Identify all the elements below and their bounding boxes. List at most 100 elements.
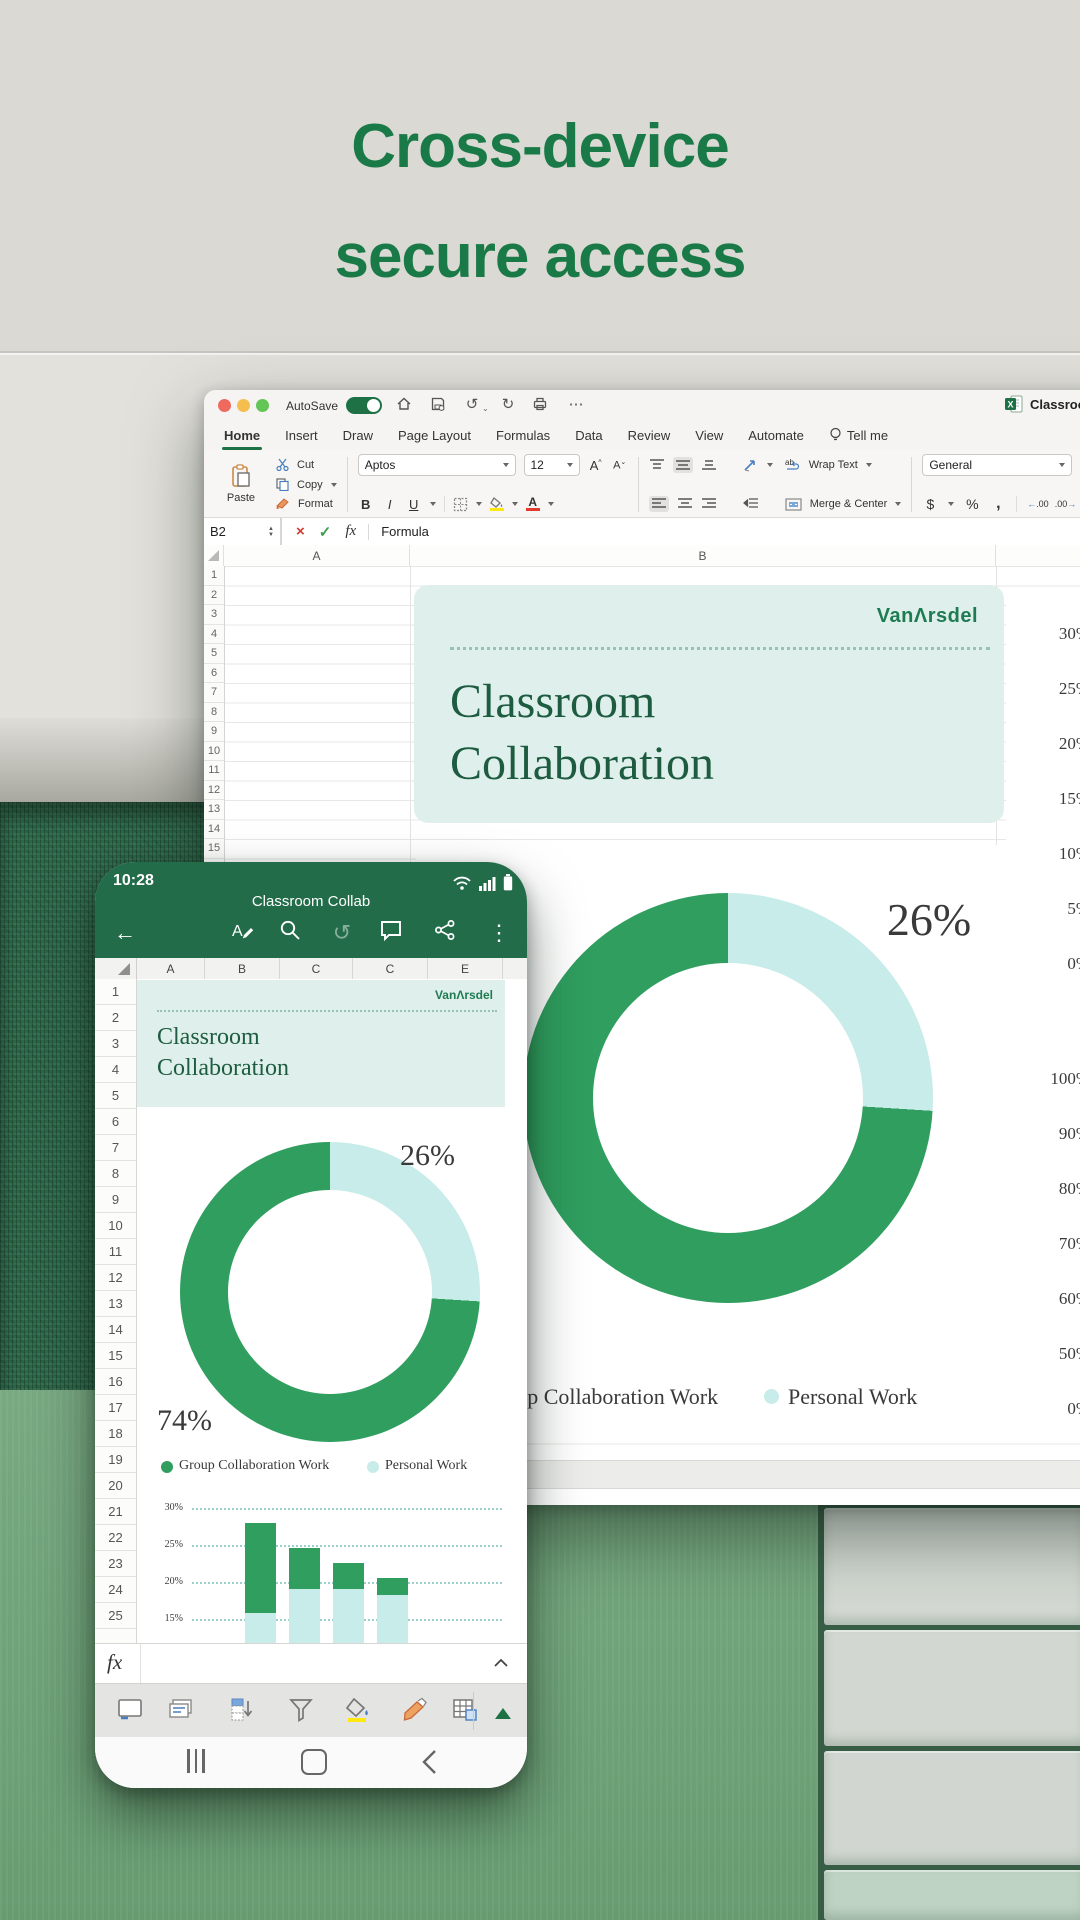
phone-column-header[interactable]: C [280,958,353,979]
italic-button[interactable]: I [382,497,398,512]
column-header-c[interactable] [996,545,1080,566]
align-left-button[interactable] [649,496,669,512]
row-header[interactable]: 12 [204,781,224,801]
bold-button[interactable]: B [358,497,374,512]
phone-sheet[interactable]: 1234567891011121314151617181920212223242… [95,979,527,1643]
currency-format-button[interactable]: $ [922,496,938,512]
align-right-button[interactable] [701,497,717,511]
title-card[interactable]: VanΛrsdel Classroom Collaboration [414,585,1004,823]
bar-segment-personal[interactable] [333,1589,364,1643]
cancel-formula-icon[interactable]: × [296,523,305,540]
name-box[interactable]: B2 ▲▼ [204,518,282,545]
row-header[interactable]: 17 [95,1395,136,1421]
menu-tab-view[interactable]: View [695,428,723,443]
document-title[interactable]: Classroom Collab [1030,397,1080,412]
fill-color-icon[interactable] [344,1697,372,1725]
confirm-formula-icon[interactable]: ✓ [319,523,332,541]
column-header-a[interactable]: A [224,545,410,566]
phone-bar-chart[interactable]: 30%25%20%15% [95,1492,527,1643]
name-box-spinner[interactable]: ▲▼ [268,526,274,538]
row-header[interactable]: 8 [204,703,224,723]
bar-segment-group[interactable] [245,1523,276,1613]
row-header[interactable]: 1 [204,566,224,586]
phone-formula-bar[interactable]: fx [95,1643,527,1684]
orientation-button[interactable] [743,458,759,472]
row-header[interactable]: 11 [204,761,224,781]
increase-decimal-button[interactable]: ←.00 [1027,499,1045,509]
tab-tell-me[interactable]: Tell me [829,427,888,443]
row-header[interactable]: 10 [95,1213,136,1239]
percent-format-button[interactable]: % [964,496,980,512]
format-text-icon[interactable]: A [228,918,256,948]
row-header[interactable]: 15 [204,839,224,859]
row-header[interactable]: 3 [204,605,224,625]
wrap-text-button[interactable]: ab Wrap Text [785,455,902,475]
font-size-select[interactable]: 12 [524,454,580,476]
undo-icon[interactable]: ↺ [462,396,482,414]
align-middle-button[interactable] [673,457,693,473]
decrease-decimal-button[interactable]: .00→ [1055,499,1073,509]
menu-tab-review[interactable]: Review [628,428,671,443]
recents-button[interactable] [187,1749,205,1773]
insert-function-icon[interactable]: fx [345,523,356,540]
phone-donut-chart[interactable] [180,1142,480,1442]
save-icon[interactable] [430,396,450,414]
bar-segment-personal[interactable] [377,1595,408,1643]
row-header[interactable]: 9 [204,722,224,742]
zoom-window-button[interactable] [256,399,269,412]
align-bottom-button[interactable] [701,458,717,472]
row-header[interactable]: 10 [204,742,224,762]
comma-format-button[interactable]: , [990,495,1006,513]
row-header[interactable]: 5 [204,644,224,664]
merge-center-button[interactable]: Merge & Center [785,494,902,514]
row-header[interactable]: 15 [95,1343,136,1369]
borders-button[interactable] [453,497,468,512]
bar-segment-group[interactable] [289,1548,320,1589]
close-window-button[interactable] [218,399,231,412]
underline-button[interactable]: U [406,497,422,512]
row-header[interactable]: 14 [204,820,224,840]
font-name-select[interactable]: Aptos [358,454,516,476]
row-header[interactable]: 1 [95,979,136,1005]
column-header-b[interactable]: B [410,545,996,566]
phone-select-all-corner[interactable] [95,958,137,979]
format-brush-icon[interactable] [401,1697,429,1725]
fill-down-icon[interactable] [227,1697,255,1725]
row-header[interactable]: 13 [95,1291,136,1317]
row-header[interactable]: 4 [204,625,224,645]
phone-column-header[interactable]: A [137,958,205,979]
formula-input[interactable]: Formula [381,524,429,539]
cut-button[interactable]: Cut [276,455,337,475]
row-header[interactable]: 12 [95,1265,136,1291]
row-header[interactable]: 6 [95,1109,136,1135]
row-header[interactable]: 11 [95,1239,136,1265]
phone-title-card[interactable]: VanΛrsdel Classroom Collaboration [137,980,505,1107]
filter-icon[interactable] [287,1697,315,1725]
expand-toolbar-icon[interactable] [495,1700,511,1719]
align-center-button[interactable] [677,497,693,511]
row-header[interactable]: 3 [95,1031,136,1057]
row-header[interactable]: 13 [204,800,224,820]
search-icon[interactable] [278,918,306,948]
redo-icon[interactable]: ↻ [498,396,518,414]
kebab-menu-icon[interactable]: ⋮ [485,918,513,948]
phone-column-header[interactable]: B [205,958,280,979]
menu-tab-automate[interactable]: Automate [748,428,804,443]
row-header[interactable]: 5 [95,1083,136,1109]
menu-tab-insert[interactable]: Insert [285,428,318,443]
row-header[interactable]: 14 [95,1317,136,1343]
copy-button[interactable]: Copy [276,475,337,495]
home-icon[interactable] [396,396,416,414]
row-header[interactable]: 2 [95,1005,136,1031]
bar-segment-group[interactable] [333,1563,364,1589]
row-header[interactable]: 2 [204,586,224,606]
share-icon[interactable] [433,918,461,948]
font-color-button[interactable]: A [526,497,540,511]
table-format-icon[interactable] [451,1697,479,1725]
collapse-chevron-icon[interactable] [493,1658,509,1668]
row-header[interactable]: 7 [95,1135,136,1161]
format-painter-button[interactable]: Format [276,494,337,514]
phone-column-header[interactable]: C [353,958,428,979]
cards-view-icon[interactable] [167,1697,195,1725]
undo-chevron-icon[interactable]: ⌄ [482,404,489,413]
